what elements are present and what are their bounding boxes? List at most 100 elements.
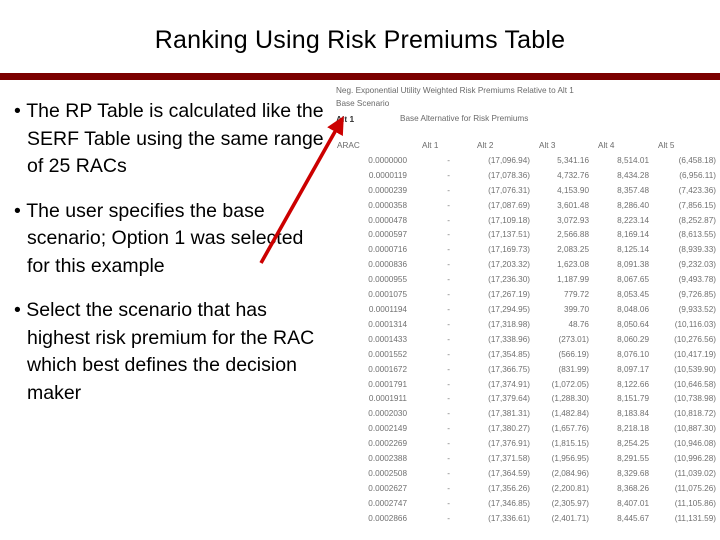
table-cell: (1,956.95) [551, 454, 589, 464]
bullet-list: The RP Table is calculated like the SERF… [14, 98, 326, 424]
table-cell: (2,084.96) [551, 468, 589, 478]
table-cell: (10,116.03) [674, 319, 716, 329]
table-cell: 4,732.76 [557, 170, 589, 180]
table-cell: (17,354.85) [488, 349, 530, 359]
table-row: 0.0001075 - (17,267.19) 779.72 8,053.45 (9,72… [332, 288, 720, 303]
table-header-row: ARAC Alt 1 Alt 2 Alt 3 Alt 4 Alt 5 [332, 139, 720, 154]
table-cell: (7,856.15) [678, 200, 716, 210]
table-cell: - [447, 379, 450, 389]
table-row: 0.0000119 - (17,078.36) 4,732.76 8,434.28 (6,… [332, 169, 720, 184]
table-cell: 1,187.99 [557, 275, 589, 285]
table-cell: (10,887.30) [674, 424, 716, 434]
table-cell: 8,067.65 [617, 275, 649, 285]
table-cell: (10,276.56) [674, 334, 716, 344]
table-cell: 0.0001433 [368, 334, 407, 344]
table-cell: (10,996.28) [674, 454, 716, 464]
table-cell: 0.0000119 [368, 170, 407, 180]
table-cell: - [447, 304, 450, 314]
table-cell: 2,566.88 [557, 230, 589, 240]
column-header-alt-4: Alt 4 [598, 141, 615, 150]
table-cell: 8,048.06 [617, 304, 649, 314]
table-cell: (8,613.55) [678, 230, 716, 240]
table-row: 0.0002030 - (17,381.31) (1,482.84) 8,183.84 (… [332, 407, 720, 422]
table-cell: 4,153.90 [557, 185, 589, 195]
base-alternative-description: Base Alternative for Risk Premiums [400, 114, 529, 123]
table-cell: (17,364.59) [488, 468, 530, 478]
table-cell: 0.0000239 [368, 185, 407, 195]
table-cell: 0.0000000 [368, 155, 407, 165]
table-row: 0.0002388 - (17,371.58) (1,956.95) 8,291.55 (… [332, 452, 720, 467]
table-cell: 8,091.38 [617, 260, 649, 270]
table-cell: 0.0000716 [368, 245, 407, 255]
table-cell: 2,083.25 [557, 245, 589, 255]
table-row: 0.0001552 - (17,354.85) (566.19) 8,076.10 (10… [332, 348, 720, 363]
table-cell: - [447, 513, 450, 523]
table-cell: 0.0002030 [368, 409, 407, 419]
table-cell: 8,125.14 [617, 245, 649, 255]
table-cell: (7,423.36) [678, 185, 716, 195]
table-cell: (1,815.15) [551, 439, 589, 449]
table-cell: 8,286.40 [617, 200, 649, 210]
table-row: 0.0001911 - (17,379.64) (1,288.30) 8,151.79 (… [332, 392, 720, 407]
table-cell: 0.0002866 [368, 513, 407, 523]
bullet-item-1: The RP Table is calculated like the SERF… [14, 98, 326, 181]
column-header-alt-5: Alt 5 [658, 141, 675, 150]
table-cell: (17,380.27) [488, 424, 530, 434]
table-cell: (17,336.61) [488, 513, 530, 523]
table-cell: 0.0001791 [368, 379, 407, 389]
table-cell: 8,514.01 [617, 155, 649, 165]
title-divider [0, 73, 720, 80]
table-cell: - [447, 260, 450, 270]
table-cell: (6,956.11) [679, 170, 716, 180]
table-row: 0.0000478 - (17,109.18) 3,072.93 8,223.14 (8,… [332, 214, 720, 229]
table-cell: 0.0000836 [368, 260, 407, 270]
table-cell: 8,076.10 [617, 349, 649, 359]
table-cell: - [447, 498, 450, 508]
table-cell: (10,738.98) [674, 394, 716, 404]
table-cell: (17,267.19) [488, 290, 530, 300]
table-cell: - [447, 468, 450, 478]
table-cell: (17,371.58) [488, 454, 530, 464]
table-cell: (17,203.32) [488, 260, 530, 270]
table-cell: 0.0002747 [368, 498, 407, 508]
table-row: 0.0001791 - (17,374.91) (1,072.05) 8,122.66 (… [332, 378, 720, 393]
table-cell: 8,291.55 [617, 454, 649, 464]
table-cell: (6,458.18) [678, 155, 716, 165]
table-cell: (8,252.87) [678, 215, 716, 225]
table-cell: 0.0001314 [368, 319, 407, 329]
table-cell: 48.76 [568, 319, 590, 329]
table-cell: (11,075.26) [674, 483, 716, 493]
table-cell: - [447, 334, 450, 344]
sheet-note-title: Neg. Exponential Utility Weighted Risk P… [336, 86, 574, 95]
table-row: 0.0001433 - (17,338.96) (273.01) 8,060.29 (10… [332, 333, 720, 348]
table-cell: (1,072.05) [551, 379, 589, 389]
table-cell: (17,236.30) [488, 275, 530, 285]
table-cell: 8,368.26 [617, 483, 649, 493]
table-cell: - [447, 439, 450, 449]
risk-premiums-table-panel: Neg. Exponential Utility Weighted Risk P… [332, 84, 720, 540]
table-cell: (10,818.72) [674, 409, 716, 419]
table-cell: - [447, 185, 450, 195]
table-cell: (9,933.52) [678, 304, 716, 314]
table-row: 0.0002508 - (17,364.59) (2,084.96) 8,329.68 (… [332, 467, 720, 482]
table-cell: 8,183.84 [617, 409, 649, 419]
column-header-alt-2: Alt 2 [477, 141, 494, 150]
table-cell: 0.0001552 [368, 349, 407, 359]
table-cell: - [447, 230, 450, 240]
table-row: 0.0000239 - (17,076.31) 4,153.90 8,357.48 (7,… [332, 184, 720, 199]
table-cell: (17,076.31) [488, 185, 530, 195]
table-cell: 8,060.29 [617, 334, 649, 344]
table-cell: 8,053.45 [617, 290, 649, 300]
table-cell: (17,374.91) [488, 379, 530, 389]
table-cell: (566.19) [558, 349, 590, 359]
table-cell: 779.72 [563, 290, 589, 300]
table-row: 0.0001194 - (17,294.95) 399.70 8,048.06 (9,93… [332, 303, 720, 318]
table-cell: 0.0000358 [368, 200, 407, 210]
table-cell: (17,338.96) [488, 334, 530, 344]
table-cell: (17,346.85) [488, 498, 530, 508]
table-cell: 8,050.64 [617, 319, 649, 329]
table-cell: (10,539.90) [674, 364, 716, 374]
table-cell: 8,329.68 [617, 468, 649, 478]
table-cell: (17,376.91) [488, 439, 530, 449]
table-cell: 0.0001075 [368, 290, 407, 300]
